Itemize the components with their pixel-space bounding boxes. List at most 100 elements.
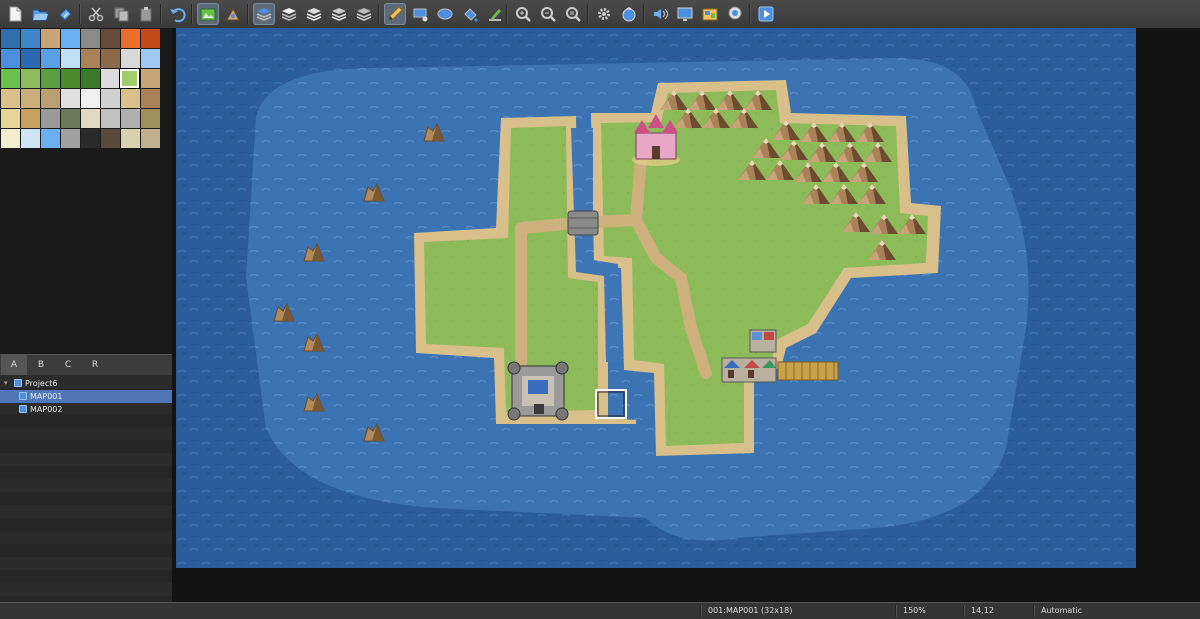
palette-tile[interactable] [1,29,20,48]
tile-palette[interactable] [0,28,162,150]
palette-tile[interactable] [41,29,60,48]
palette-tile[interactable] [121,49,140,68]
palette-tile[interactable] [1,129,20,148]
palette-tile[interactable] [81,129,100,148]
plugin-manager-button[interactable] [618,3,640,25]
tab-r[interactable]: R [82,355,108,375]
palette-tile[interactable] [81,49,100,68]
sound-test-button[interactable] [649,3,671,25]
cut-button[interactable] [85,3,107,25]
palette-tile[interactable] [21,29,40,48]
layer-auto-button[interactable] [253,3,275,25]
expand-arrow-icon[interactable]: ▾ [4,377,8,390]
resource-manager-button[interactable] [699,3,721,25]
fill-bucket-icon [464,8,478,22]
bridge [567,210,599,236]
shadow-pen-button[interactable] [484,3,506,25]
layer-1-button[interactable] [278,3,300,25]
database-button[interactable] [593,3,615,25]
save-project-button[interactable] [54,3,76,25]
palette-tile[interactable] [141,109,160,128]
copy-icon [114,7,129,22]
palette-tile[interactable] [61,109,80,128]
palette-tile[interactable] [1,89,20,108]
palette-tile[interactable] [101,109,120,128]
palette-tile[interactable] [121,109,140,128]
palette-tile[interactable] [81,69,100,88]
palette-tile[interactable] [1,69,20,88]
palette-tile[interactable] [61,69,80,88]
tree-map-node[interactable]: MAP002 [0,403,172,416]
undo-button[interactable] [166,3,188,25]
palette-tile[interactable] [21,89,40,108]
paste-button[interactable] [135,3,157,25]
layer-3-button[interactable] [328,3,350,25]
layer-2-button[interactable] [303,3,325,25]
event-searcher-button[interactable] [674,3,696,25]
flood-fill-button[interactable] [459,3,481,25]
palette-tile[interactable] [141,129,160,148]
palette-tile[interactable] [81,89,100,108]
palette-tile[interactable] [81,29,100,48]
map-mode-button[interactable] [197,3,219,25]
ellipse-button[interactable] [434,3,456,25]
character-generator-button[interactable] [724,3,746,25]
palette-tile[interactable] [21,69,40,88]
zoom-out-button[interactable] [537,3,559,25]
palette-selection [119,68,140,89]
playtest-button[interactable] [755,3,777,25]
palette-tile[interactable] [141,49,160,68]
toolbar-separator [378,4,380,24]
tab-b[interactable]: B [28,355,54,375]
palette-tile[interactable] [121,129,140,148]
palette-tile[interactable] [41,69,60,88]
palette-tile[interactable] [101,129,120,148]
palette-tile[interactable] [61,49,80,68]
toolbar [0,0,1200,29]
copy-button[interactable] [110,3,132,25]
palette-tile[interactable] [121,29,140,48]
palette-tile[interactable] [61,129,80,148]
toolbar-separator [643,4,645,24]
stone-fortress [507,361,569,421]
palette-tile[interactable] [121,89,140,108]
layer-3-icon [331,8,347,21]
palette-tile[interactable] [41,109,60,128]
palette-tile[interactable] [21,109,40,128]
speaker-icon [654,8,668,20]
open-project-button[interactable] [29,3,51,25]
palette-tile[interactable] [41,49,60,68]
palette-tile[interactable] [81,109,100,128]
palette-tile[interactable] [21,129,40,148]
palette-tile[interactable] [141,29,160,48]
palette-tile[interactable] [101,29,120,48]
new-project-button[interactable] [4,3,26,25]
event-mode-icon [226,7,240,21]
map-canvas[interactable] [176,28,1136,568]
palette-tile[interactable] [1,109,20,128]
palette-tile[interactable] [101,89,120,108]
palette-tile[interactable] [41,129,60,148]
palette-tile[interactable] [141,69,160,88]
tab-a[interactable]: A [1,355,27,375]
zoom-in-button[interactable] [512,3,534,25]
event-mode-button[interactable] [222,3,244,25]
layer-1-icon [281,8,297,21]
rectangle-button[interactable] [409,3,431,25]
zoom-actual-button[interactable] [562,3,584,25]
palette-tile[interactable] [101,49,120,68]
paste-icon [140,7,152,22]
layer-4-button[interactable] [353,3,375,25]
palette-tile[interactable] [61,89,80,108]
palette-tile[interactable] [101,69,120,88]
tab-c[interactable]: C [55,355,81,375]
palette-tile[interactable] [41,89,60,108]
palette-tile[interactable] [1,49,20,68]
tree-project-node[interactable]: ▾ Project6 [0,377,172,390]
new-document-icon [9,6,22,22]
tree-map-node[interactable]: MAP001 [0,390,172,403]
pencil-button[interactable] [384,3,406,25]
palette-tile[interactable] [61,29,80,48]
palette-tile[interactable] [21,49,40,68]
palette-tile[interactable] [141,89,160,108]
